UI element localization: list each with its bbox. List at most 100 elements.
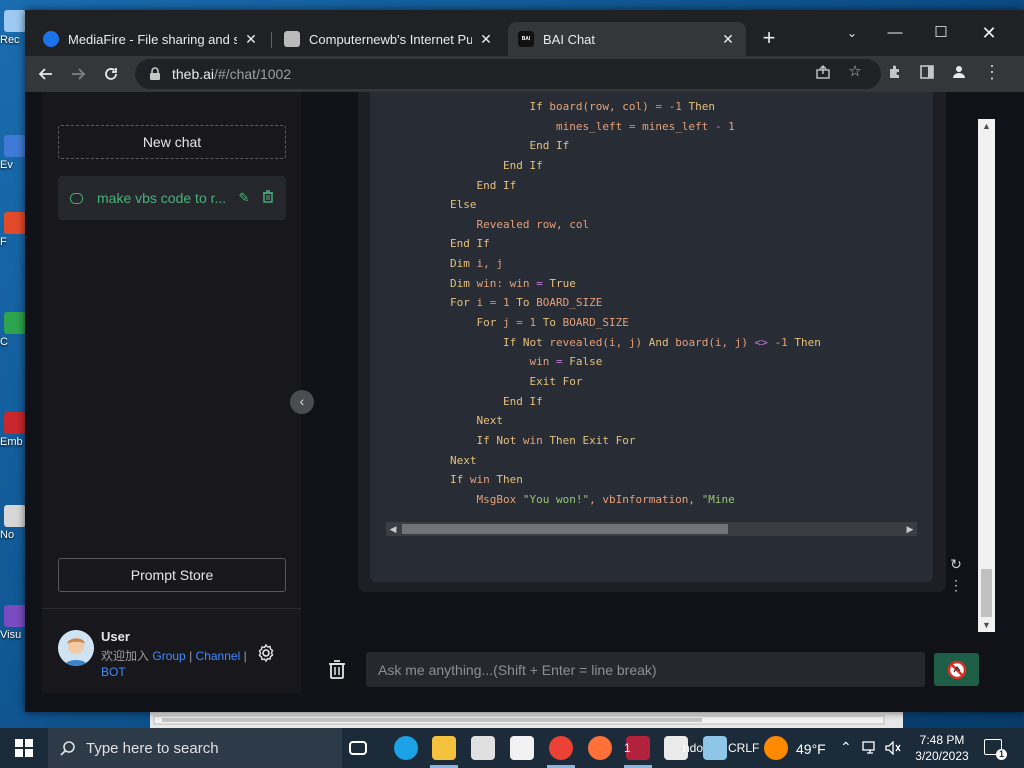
side-panel-icon[interactable]	[915, 60, 939, 84]
desktop-icon[interactable]: F	[0, 212, 26, 248]
vertical-scrollbar[interactable]: ▲ ▼	[978, 119, 995, 632]
code-line: Revealed row, col	[476, 217, 590, 231]
close-tab-icon[interactable]: ✕	[720, 31, 736, 48]
taskbar-label: CRLF	[728, 741, 760, 755]
code-line: End If	[502, 158, 543, 172]
scroll-down-arrow[interactable]: ▼	[978, 618, 995, 632]
store-icon[interactable]	[471, 736, 495, 760]
close-tab-icon[interactable]: ✕	[478, 31, 494, 48]
scrollbar-thumb[interactable]	[402, 524, 728, 534]
clock[interactable]: 7:48 PM 3/20/2023	[912, 732, 972, 764]
back-button[interactable]	[33, 61, 59, 87]
bot-link[interactable]: BOT	[101, 665, 126, 679]
code-line: Next	[476, 414, 504, 428]
tab-search-icon[interactable]: ⌄	[829, 18, 875, 48]
new-tab-button[interactable]: +	[756, 26, 782, 52]
regenerate-icon[interactable]: ↻	[949, 557, 963, 571]
tab-mediafire[interactable]: MediaFire - File sharing and stor ✕	[33, 22, 269, 56]
address-bar[interactable]: theb.ai/#/chat/1002	[135, 59, 881, 89]
group-link[interactable]: Group	[152, 649, 185, 663]
scrollbar-thumb[interactable]	[981, 569, 992, 617]
close-window-button[interactable]: ✕	[966, 18, 1012, 48]
desktop-icon[interactable]: Emb	[0, 412, 26, 448]
task-view-icon[interactable]	[349, 741, 367, 755]
desktop-icon[interactable]: No	[0, 505, 26, 541]
settings-gear-icon[interactable]	[256, 643, 276, 663]
message-input[interactable]: Ask me anything...(Shift + Enter = line …	[366, 652, 925, 687]
lock-icon	[150, 67, 160, 80]
background-window	[150, 712, 903, 728]
sidebar: New chat make vbs code to r... ✎ Prompt …	[42, 92, 301, 693]
join-text: 欢迎加入	[101, 649, 150, 663]
edge-icon[interactable]	[394, 736, 418, 760]
menu-icon[interactable]: ⋮	[980, 60, 1004, 84]
desktop-icon[interactable]: C	[0, 312, 26, 348]
desktop-app-icon	[4, 412, 26, 434]
bookmark-star-icon[interactable]: ☆	[843, 60, 867, 84]
maximize-button[interactable]: ☐	[918, 18, 964, 48]
desktop-icon[interactable]: Rec	[0, 10, 26, 46]
new-chat-button[interactable]: New chat	[58, 125, 286, 159]
taskbar: Type here to search 1 ndo CRLF 49°F ⌃ 7:…	[0, 728, 1024, 768]
reload-button[interactable]	[98, 61, 124, 87]
taskbar-search[interactable]: Type here to search	[48, 728, 342, 768]
tab-title: BAI Chat	[543, 31, 596, 47]
assistant-message: If board(row, col) = -1 Then mines_left …	[358, 92, 946, 592]
search-icon	[60, 741, 75, 756]
browser-window: MediaFire - File sharing and stor ✕ Comp…	[25, 10, 1024, 712]
browser-toolbar: theb.ai/#/chat/1002 ☆ ⋮	[25, 56, 1024, 92]
scroll-left-arrow[interactable]: ◀	[386, 522, 400, 536]
notifications-icon[interactable]: 1	[984, 739, 1007, 760]
volume-icon[interactable]	[885, 741, 903, 755]
tab-computernewb[interactable]: Computernewb's Internet Pub H ✕	[274, 22, 504, 56]
scroll-right-arrow[interactable]: ▶	[903, 522, 917, 536]
windows-icon	[15, 739, 33, 757]
close-tab-icon[interactable]: ✕	[243, 31, 259, 48]
mail-icon[interactable]	[510, 736, 534, 760]
notepad-icon[interactable]	[703, 736, 727, 760]
clock-date: 3/20/2023	[915, 749, 969, 763]
network-icon[interactable]	[862, 741, 878, 755]
minimize-button[interactable]: —	[872, 18, 918, 48]
weather-icon[interactable]	[764, 736, 788, 760]
temperature[interactable]: 49°F	[796, 741, 826, 757]
scroll-up-arrow[interactable]: ▲	[978, 119, 995, 133]
code-block: If board(row, col) = -1 Then mines_left …	[370, 92, 933, 582]
send-button[interactable]	[934, 653, 979, 686]
collapse-sidebar-button[interactable]: ‹	[290, 390, 314, 414]
code-line: End If	[529, 139, 570, 153]
delete-icon[interactable]	[261, 190, 275, 206]
code-line: For j = 1 To BOARD_SIZE	[476, 316, 629, 330]
desktop-icon[interactable]: Visu	[0, 605, 26, 641]
desktop-icon[interactable]: Ev	[0, 135, 26, 171]
code-line: Dim win: win = True	[450, 276, 576, 290]
forward-button[interactable]	[65, 61, 91, 87]
tray-chevron-icon[interactable]: ⌃	[840, 739, 852, 756]
desktop-icon-label: Rec	[0, 34, 20, 46]
no-send-icon	[947, 660, 966, 679]
taskbar-label: 1	[624, 741, 631, 755]
desktop-icon-label: Ev	[0, 159, 13, 171]
horizontal-scrollbar[interactable]: ◀ ▶	[386, 522, 917, 536]
prompt-store-button[interactable]: Prompt Store	[58, 558, 286, 592]
channel-link[interactable]: Channel	[196, 649, 241, 663]
separator: |	[189, 649, 193, 663]
firefox-icon[interactable]	[588, 736, 612, 760]
clear-chat-icon[interactable]	[328, 659, 346, 679]
tab-bai-chat[interactable]: BAI BAI Chat ✕	[508, 22, 746, 56]
extensions-icon[interactable]	[883, 60, 907, 84]
desktop-icon-label: F	[0, 236, 7, 248]
code-line: Else	[450, 198, 477, 212]
desktop-icon-label: Visu	[0, 629, 22, 641]
more-options-icon[interactable]: ⋮	[949, 578, 963, 592]
code-line: mines_left = mines_left - 1	[555, 119, 735, 133]
chat-history-item[interactable]: make vbs code to r... ✎	[58, 176, 286, 220]
chrome-icon[interactable]	[549, 736, 573, 760]
edit-icon[interactable]: ✎	[237, 190, 251, 206]
file-explorer-icon[interactable]	[432, 736, 456, 760]
start-button[interactable]	[0, 728, 48, 768]
share-icon[interactable]	[811, 60, 835, 84]
separator: |	[243, 649, 247, 663]
tab-strip: MediaFire - File sharing and stor ✕ Comp…	[25, 10, 1024, 56]
profile-icon[interactable]	[947, 60, 971, 84]
